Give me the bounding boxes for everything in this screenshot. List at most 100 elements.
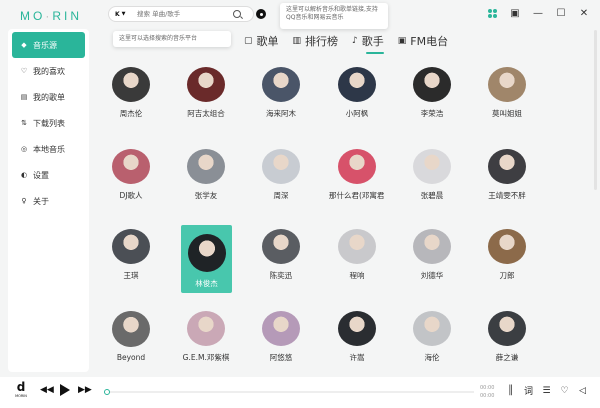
minimize-icon[interactable]: — [532, 7, 544, 19]
bulb-icon: ♀ [21, 197, 27, 205]
artist-name: 海来阿木 [266, 108, 296, 118]
singer-icon: ♪ [352, 36, 358, 46]
sidebar-item-downloads[interactable]: ⇅ 下载列表 [12, 110, 85, 136]
artist-name: 小阿枫 [345, 108, 369, 118]
artist-card[interactable]: 小阿枫 [332, 58, 382, 118]
heart-icon: ♡ [20, 67, 28, 75]
mini-mode-icon[interactable]: ▣ [509, 7, 521, 19]
player-logo[interactable]: d MORIN [12, 381, 30, 403]
sidebar-item-music-source[interactable]: ◆ 音乐源 [12, 32, 85, 58]
artist-avatar [262, 149, 300, 184]
artist-name: 海伦 [424, 352, 440, 362]
artist-avatar [262, 311, 300, 346]
artist-name: 阿吉太组合 [187, 108, 225, 118]
player-actions: ║ 词 ☰ ♡ ◁ [505, 385, 588, 398]
maximize-icon[interactable]: ☐ [555, 7, 567, 19]
tab-charts[interactable]: ▥ 排行榜 [293, 32, 339, 50]
progress-bar[interactable] [104, 389, 474, 395]
skin-icon[interactable] [486, 7, 498, 19]
sound-effect-icon[interactable]: ║ [505, 385, 516, 396]
artist-card[interactable]: 李荣浩 [407, 58, 457, 118]
close-icon[interactable]: ✕ [578, 7, 590, 19]
playlist-queue-icon[interactable]: ☰ [541, 385, 552, 396]
sidebar-item-about[interactable]: ♀ 关于 [12, 188, 85, 214]
artist-name: 程响 [349, 270, 365, 280]
artist-card[interactable]: 张学友 [181, 140, 231, 200]
artist-card[interactable]: 陈奕迅 [256, 220, 306, 280]
scrollbar[interactable] [594, 30, 597, 190]
toggle-icon: ◐ [20, 171, 28, 179]
sidebar-item-settings[interactable]: ◐ 设置 [12, 162, 85, 188]
time-current: 00:00 [480, 385, 495, 391]
artist-card[interactable]: DJ歌人 [106, 140, 156, 200]
artist-card[interactable]: 周深 [256, 140, 306, 200]
artist-card[interactable]: 程响 [332, 220, 382, 280]
tab-label: 排行榜 [305, 35, 339, 48]
artist-name: 周杰伦 [119, 108, 143, 118]
lyrics-icon[interactable]: 词 [523, 385, 534, 397]
sidebar-item-label: 我的喜欢 [33, 66, 65, 76]
artist-card[interactable]: 薛之谦 [482, 302, 532, 362]
search-input[interactable] [137, 10, 229, 18]
artist-avatar [338, 311, 376, 346]
player-bar: d MORIN ◀◀ ▶▶ 00:00 00:00 ║ 词 ☰ ♡ ◁ [0, 377, 600, 408]
artist-avatar [338, 149, 376, 184]
play-icon[interactable] [60, 384, 70, 396]
artist-avatar [413, 149, 451, 184]
artist-card[interactable]: 王琪 [106, 220, 156, 280]
artist-card[interactable]: 海伦 [407, 302, 457, 362]
artist-card[interactable]: 周杰伦 [106, 58, 156, 118]
like-icon[interactable]: ♡ [559, 385, 570, 396]
artist-card[interactable]: 许嵩 [332, 302, 382, 362]
artist-avatar [488, 311, 526, 346]
tab-songlist[interactable]: ▢ 歌单 [244, 32, 279, 50]
artist-card[interactable]: 张碧晨 [407, 140, 457, 200]
artist-avatar [413, 67, 451, 102]
artist-card[interactable]: 刘德华 [407, 220, 457, 280]
artist-card[interactable]: 莫叫姐姐 [482, 58, 532, 118]
tab-fm-radio[interactable]: ▣ FM电台 [398, 32, 448, 50]
artist-name: 王靖雯不胖 [488, 190, 526, 200]
disc-icon: ◎ [20, 145, 28, 153]
tab-singers[interactable]: ♪ 歌手 [352, 32, 384, 54]
artist-card[interactable]: 阿吉太组合 [181, 58, 231, 118]
time-display: 00:00 00:00 [480, 384, 494, 400]
songlist-icon: ▢ [244, 36, 253, 46]
playlist-icon: ▤ [20, 93, 28, 101]
artist-card[interactable]: 海来阿木 [256, 58, 306, 118]
sidebar-item-local-music[interactable]: ◎ 本地音乐 [12, 136, 85, 162]
sidebar-item-label: 关于 [33, 196, 49, 206]
sidebar-item-my-playlists[interactable]: ▤ 我的歌单 [12, 84, 85, 110]
artist-card[interactable]: 阿悠悠 [256, 302, 306, 362]
artist-card[interactable]: 王靖雯不胖 [482, 140, 532, 200]
artist-card[interactable]: 刀郎 [482, 220, 532, 280]
search-icon[interactable] [233, 10, 241, 18]
search-bar: K ▼ [108, 6, 254, 22]
artist-card[interactable]: G.E.M.邓紫棋 [181, 302, 231, 362]
logo-letter: d [16, 380, 26, 394]
volume-icon[interactable]: ◁ [577, 385, 588, 396]
artist-name: 薛之谦 [495, 352, 519, 362]
sidebar-item-label: 音乐源 [33, 40, 57, 50]
artist-card[interactable]: 那什么君(邓寓君) [329, 140, 385, 200]
artist-name: 林俊杰 [195, 279, 218, 288]
parse-link-button[interactable] [256, 9, 266, 19]
sidebar-item-favorites[interactable]: ♡ 我的喜欢 [12, 58, 85, 84]
artist-avatar [488, 229, 526, 264]
artist-avatar [112, 311, 150, 348]
artist-card[interactable]: Beyond [106, 302, 156, 362]
artist-name: 张碧晨 [420, 190, 444, 200]
sidebar-item-label: 设置 [33, 170, 49, 180]
artist-name: Beyond [116, 353, 146, 362]
previous-icon[interactable]: ◀◀ [40, 385, 54, 395]
artist-card[interactable]: 林俊杰 [181, 225, 232, 293]
progress-knob[interactable] [104, 389, 110, 395]
next-icon[interactable]: ▶▶ [78, 385, 92, 395]
artist-name: 王琪 [123, 270, 139, 280]
platform-select[interactable]: K ▼ [115, 11, 137, 18]
artist-name: 许嵩 [349, 352, 365, 362]
sidebar-item-label: 本地音乐 [33, 144, 65, 154]
artist-name: 张学友 [194, 190, 218, 200]
artist-name: 周深 [273, 190, 289, 200]
artist-name: 莫叫姐姐 [492, 108, 522, 118]
